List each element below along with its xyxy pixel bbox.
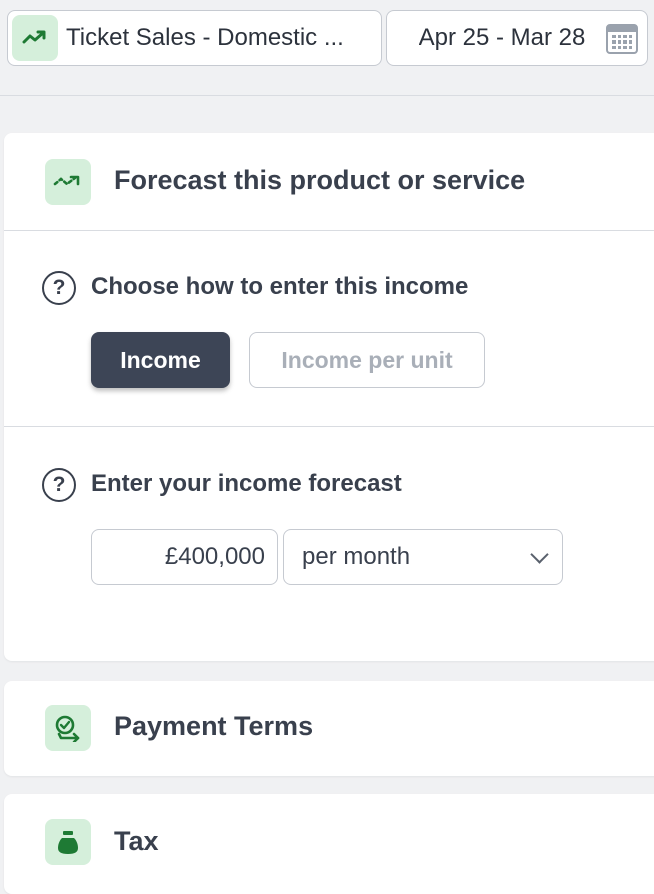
income-per-unit-option-button[interactable]: Income per unit bbox=[249, 332, 485, 388]
forecast-card-title: Forecast this product or service bbox=[114, 165, 526, 195]
question-icon[interactable]: ? bbox=[42, 271, 76, 305]
date-range-selector[interactable]: Apr 25 - Mar 28 bbox=[386, 10, 648, 66]
payment-terms-title: Payment Terms bbox=[114, 711, 314, 741]
payment-terms-card[interactable]: Payment Terms bbox=[4, 681, 654, 776]
question-icon[interactable]: ? bbox=[42, 468, 76, 502]
period-select[interactable]: per month bbox=[283, 529, 563, 585]
divider bbox=[4, 230, 654, 231]
chevron-down-icon bbox=[530, 545, 549, 564]
top-bar: Ticket Sales - Domestic ... Apr 25 - Mar… bbox=[0, 0, 654, 96]
income-amount-input[interactable]: £400,000 bbox=[91, 529, 278, 585]
entry-method-label: Choose how to enter this income bbox=[91, 273, 469, 300]
income-forecast-label: Enter your income forecast bbox=[91, 470, 402, 497]
money-bag-icon bbox=[45, 819, 91, 865]
income-option-button[interactable]: Income bbox=[91, 332, 230, 388]
clock-arrow-icon bbox=[45, 705, 91, 751]
divider bbox=[4, 426, 654, 427]
tax-title: Tax bbox=[114, 826, 159, 856]
product-name: Ticket Sales - Domestic ... bbox=[66, 24, 344, 51]
tax-card[interactable]: Tax bbox=[4, 794, 654, 894]
forecast-card: Forecast this product or service ? Choos… bbox=[4, 133, 654, 661]
trend-up-icon bbox=[12, 15, 58, 61]
forecast-trend-icon bbox=[45, 159, 91, 205]
calendar-icon bbox=[606, 24, 638, 54]
product-selector[interactable]: Ticket Sales - Domestic ... bbox=[7, 10, 382, 66]
date-range-label: Apr 25 - Mar 28 bbox=[418, 24, 586, 51]
period-select-value: per month bbox=[302, 543, 411, 570]
forecast-card-header[interactable]: Forecast this product or service bbox=[4, 133, 654, 230]
